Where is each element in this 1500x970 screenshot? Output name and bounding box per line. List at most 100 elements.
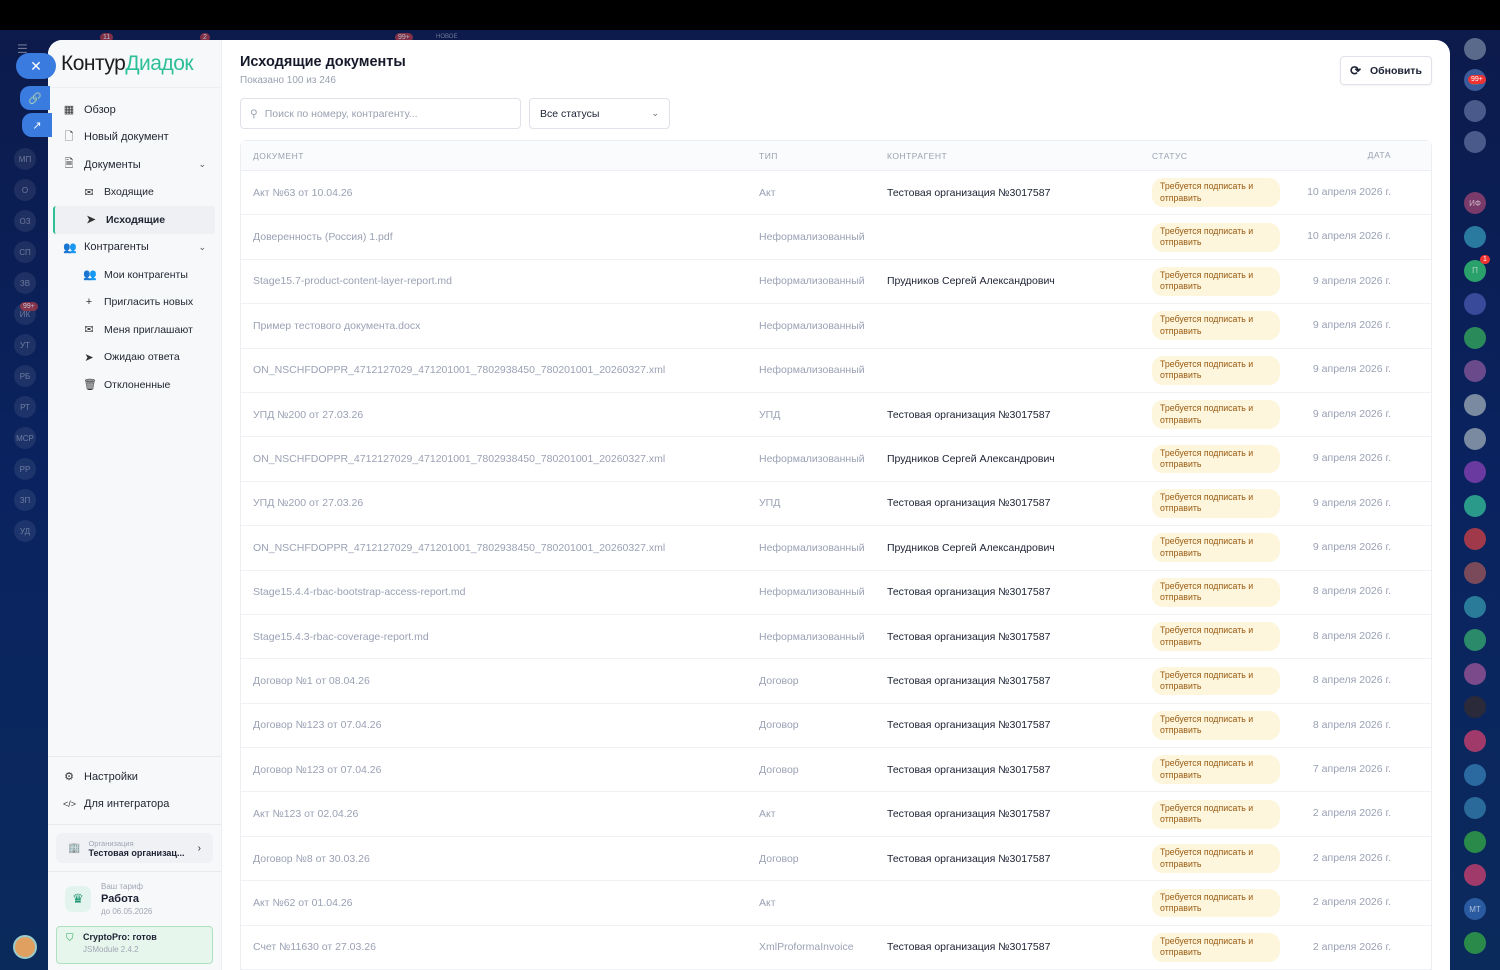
document-name[interactable]: Счет №11630 от 27.03.26 — [241, 941, 759, 953]
col-counterparty[interactable]: КОНТРАГЕНТ — [887, 151, 1152, 161]
logo[interactable]: КонтурДиадок — [48, 40, 221, 88]
rail-app[interactable]: ОЗ — [14, 210, 36, 232]
col-type[interactable]: ТИП — [759, 151, 887, 161]
col-document[interactable]: ДОКУМЕНТ — [241, 151, 759, 161]
chevron-down-icon[interactable]: ⌄ — [198, 242, 206, 253]
sidebar-item[interactable]: 👥 Контрагенты ⌄ — [48, 234, 221, 262]
rail-app[interactable] — [1464, 629, 1486, 652]
search-input[interactable]: ⚲ Поиск по номеру, контрагенту... — [240, 98, 521, 129]
table-row[interactable]: Stage15.4.4-rbac-bootstrap-access-report… — [241, 571, 1431, 615]
document-name[interactable]: Договор №8 от 30.03.26 — [241, 853, 759, 865]
rail-app[interactable]: СП — [14, 241, 36, 263]
table-row[interactable]: Доверенность (Россия) 1.pdf Неформализова… — [241, 215, 1431, 260]
sidebar-item[interactable]: ✉ Меня приглашают — [48, 316, 221, 344]
rail-app[interactable] — [1464, 797, 1486, 820]
rail-app[interactable] — [1464, 131, 1486, 153]
table-row[interactable]: ON_NSCHFDOPPR_4712127029_471201001_78029… — [241, 526, 1431, 571]
rail-app[interactable] — [1464, 427, 1486, 450]
rail-app[interactable] — [1464, 595, 1486, 618]
table-row[interactable]: Договор №123 от 07.04.26 Договор Тестовая … — [241, 748, 1431, 793]
rail-app[interactable] — [1464, 360, 1486, 383]
document-name[interactable]: Stage15.7-product-content-layer-report.m… — [241, 275, 759, 287]
document-name[interactable]: Акт №63 от 10.04.26 — [241, 187, 759, 199]
rail-app[interactable] — [1464, 226, 1486, 248]
rail-app[interactable]: РР — [14, 458, 36, 480]
table-row[interactable]: Пример тестового документа.docx Неформали… — [241, 304, 1431, 349]
rail-app[interactable]: РТ — [14, 396, 36, 418]
document-name[interactable]: Договор №1 от 08.04.26 — [241, 675, 759, 687]
external-link-icon[interactable]: ↗ — [22, 113, 52, 137]
rail-app[interactable] — [1464, 461, 1486, 484]
sidebar-item[interactable]: + Пригласить новых — [48, 289, 221, 317]
document-name[interactable]: ON_NSCHFDOPPR_4712127029_471201001_78029… — [241, 364, 759, 376]
rail-app[interactable]: ЗП — [14, 489, 36, 511]
sidebar-item[interactable]: 🗑 Отклоненные — [48, 371, 221, 399]
document-name[interactable]: УПД №200 от 27.03.26 — [241, 497, 759, 509]
table-row[interactable]: УПД №200 от 27.03.26 УПД Тестовая организа… — [241, 482, 1431, 527]
table-row[interactable]: Акт №62 от 01.04.26 Акт Требуется подписат… — [241, 881, 1431, 926]
table-row[interactable]: ON_NSCHFDOPPR_4712127029_471201001_78029… — [241, 437, 1431, 482]
sidebar-item[interactable]: ✉ Входящие — [48, 179, 221, 207]
table-row[interactable]: Договор №8 от 30.03.26 Договор Тестовая ор… — [241, 837, 1431, 882]
rail-app[interactable] — [1464, 494, 1486, 517]
sidebar-item[interactable]: ➤ Ожидаю ответа — [48, 344, 221, 372]
table-row[interactable]: Счет №11630 от 27.03.26 XmlProformaInvoic… — [241, 926, 1431, 970]
table-row[interactable]: Stage15.7-product-content-layer-report.m… — [241, 260, 1431, 305]
table-row[interactable]: Stage15.4.3-rbac-coverage-report.md Нефор… — [241, 615, 1431, 660]
sidebar-item[interactable]: ➤ Исходящие — [53, 206, 215, 234]
sidebar-item-settings[interactable]: ⚙ Настройки — [48, 763, 221, 791]
rail-app[interactable]: МТ — [1464, 898, 1486, 920]
rail-app[interactable]: ЗВ — [14, 272, 36, 294]
rail-app[interactable] — [1464, 562, 1486, 584]
document-name[interactable]: ON_NSCHFDOPPR_4712127029_471201001_78029… — [241, 453, 759, 465]
table-row[interactable]: Акт №123 от 02.04.26 Акт Тестовая организа… — [241, 792, 1431, 837]
rail-app[interactable] — [1464, 100, 1486, 122]
rail-app[interactable] — [1464, 326, 1486, 349]
link-icon[interactable]: 🔗 — [20, 86, 50, 110]
table-row[interactable]: УПД №200 от 27.03.26 УПД Тестовая организа… — [241, 393, 1431, 438]
rail-app[interactable] — [1464, 864, 1486, 887]
table-row[interactable]: Договор №123 от 07.04.26 Договор Тестовая … — [241, 704, 1431, 749]
table-row[interactable]: ON_NSCHFDOPPR_4712127029_471201001_78029… — [241, 349, 1431, 393]
close-icon[interactable]: ✕ — [16, 53, 56, 79]
rail-app[interactable] — [1464, 931, 1486, 954]
chevron-down-icon[interactable]: ⌄ — [198, 159, 206, 170]
document-name[interactable]: Договор №123 от 07.04.26 — [241, 719, 759, 731]
document-name[interactable]: Акт №62 от 01.04.26 — [241, 897, 759, 909]
document-name[interactable]: Пример тестового документа.docx — [241, 320, 759, 332]
organization-switcher[interactable]: 🏢 Организация Тестовая организац... › — [56, 833, 213, 863]
user-avatar[interactable] — [13, 935, 37, 959]
rail-app[interactable] — [1464, 730, 1486, 752]
sidebar-item[interactable]: ▦ Обзор — [48, 96, 221, 124]
rail-app[interactable]: МСР — [14, 427, 36, 449]
rail-app[interactable]: УД — [14, 520, 36, 542]
document-name[interactable]: Stage15.4.3-rbac-coverage-report.md — [241, 631, 759, 643]
rail-app[interactable]: УТ — [14, 334, 36, 356]
sidebar-item[interactable]: 🗋 Новый документ — [48, 124, 221, 152]
rail-app[interactable]: ИФ — [1464, 192, 1486, 215]
document-name[interactable]: ON_NSCHFDOPPR_4712127029_471201001_78029… — [241, 542, 759, 554]
document-name[interactable]: Доверенность (Россия) 1.pdf — [241, 231, 759, 243]
rail-app[interactable]: О — [14, 179, 36, 201]
rail-app[interactable]: МП — [14, 148, 36, 170]
refresh-button[interactable]: ⟳ Обновить — [1340, 56, 1432, 85]
rail-app[interactable] — [1464, 830, 1486, 853]
rail-app[interactable]: РБ — [14, 365, 36, 387]
rail-app[interactable] — [1464, 528, 1486, 551]
rail-app[interactable] — [1464, 38, 1486, 60]
document-name[interactable]: Stage15.4.4-rbac-bootstrap-access-report… — [241, 586, 759, 598]
status-select[interactable]: Все статусы ⌄ — [529, 98, 670, 129]
document-name[interactable]: Акт №123 от 02.04.26 — [241, 808, 759, 820]
sidebar-item[interactable]: 👥 Мои контрагенты — [48, 261, 221, 289]
col-date[interactable]: ДАТА — [1287, 150, 1391, 161]
rail-app[interactable] — [1464, 763, 1486, 786]
rail-app[interactable] — [1464, 662, 1486, 685]
rail-app[interactable] — [1464, 394, 1486, 416]
document-name[interactable]: Договор №123 от 07.04.26 — [241, 764, 759, 776]
rail-app[interactable] — [1464, 696, 1486, 719]
sidebar-item-integrator[interactable]: </> Для интегратора — [48, 791, 221, 819]
document-name[interactable]: УПД №200 от 27.03.26 — [241, 409, 759, 421]
table-row[interactable]: Договор №1 от 08.04.26 Договор Тестовая ор… — [241, 659, 1431, 704]
sidebar-item[interactable]: 🗎 Документы ⌄ — [48, 151, 221, 179]
col-status[interactable]: СТАТУС — [1152, 151, 1287, 161]
